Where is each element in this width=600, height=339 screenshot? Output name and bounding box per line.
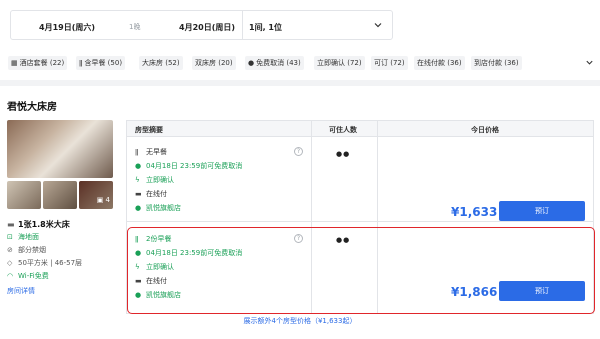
room-photo-thumb[interactable] xyxy=(7,181,41,209)
rooms-guests-select[interactable]: 1间, 1位 xyxy=(249,22,282,33)
room-photo-main[interactable] xyxy=(7,120,113,178)
filter-chip-pay-online[interactable]: 在线付款 (36) xyxy=(414,56,465,70)
wifi-icon: ◠ xyxy=(7,272,14,280)
room-feature: ⊘ 部分禁烟 xyxy=(7,246,46,254)
breakfast-info: ǁ 无早餐 xyxy=(135,148,167,156)
area-icon: ◇ xyxy=(7,259,13,267)
checkout-date[interactable]: 4月20日(周日) xyxy=(179,22,235,33)
no-smoking-icon: ⊘ xyxy=(7,246,13,254)
room-feature: ◠ Wi-Fi免费 xyxy=(7,272,49,280)
book-button[interactable]: 预订 xyxy=(499,201,585,221)
card-icon: ▬ xyxy=(135,190,142,198)
package-icon: ▦ xyxy=(11,59,18,67)
divider xyxy=(242,11,243,39)
room-details-link[interactable]: 房间详情 xyxy=(7,286,35,296)
filter-chip-twin-bed[interactable]: 双床房 (20) xyxy=(192,56,236,70)
filter-chip-instant-confirm[interactable]: 立即确认 (72) xyxy=(314,56,365,70)
store-info: ● 凯悦旗舰店 xyxy=(135,204,181,212)
help-icon[interactable]: ? xyxy=(294,147,303,156)
utensils-icon: ǁ xyxy=(79,59,83,67)
header-guests: 可住人数 xyxy=(329,126,357,134)
bed-icon: ▬ xyxy=(7,220,15,229)
guest-icons: ●● xyxy=(336,150,350,158)
check-circle-icon: ● xyxy=(248,59,255,67)
image-icon: ▣ xyxy=(96,196,106,204)
chevron-down-icon[interactable] xyxy=(373,20,383,30)
room-title: 君悦大床房 xyxy=(7,102,57,113)
checkin-date[interactable]: 4月19日(周六) xyxy=(39,22,95,33)
filter-chip-available[interactable]: 可订 (72) xyxy=(371,56,408,70)
chevron-down-icon[interactable] xyxy=(585,58,594,67)
cancel-policy[interactable]: ● 04月18日 23:59前可免费取消 xyxy=(135,161,242,171)
payment-type: ▬ 在线付 xyxy=(135,190,167,198)
window-icon: ⊡ xyxy=(7,233,13,241)
filter-chip-king-bed[interactable]: 大床房 (52) xyxy=(139,56,183,70)
check-circle-icon: ● xyxy=(135,162,142,170)
bed-type: ▬ 1张1.8米大床 xyxy=(7,220,70,229)
filter-chip-breakfast[interactable]: ǁ 含早餐 (50) xyxy=(76,56,126,70)
photo-count[interactable]: ▣ 4 xyxy=(79,181,113,209)
show-more-link[interactable]: 展示额外4个房型价格（¥1,633起） xyxy=(0,316,600,326)
utensils-icon: ǁ xyxy=(135,148,139,156)
room-feature: ⊡ 海地面 xyxy=(7,233,39,241)
highlight-box xyxy=(127,227,595,314)
shield-icon: ● xyxy=(135,204,142,212)
instant-confirm: ϟ 立即确认 xyxy=(135,176,174,184)
filter-chip-pay-at-hotel[interactable]: 到店付款 (36) xyxy=(471,56,522,70)
price: ¥1,633 xyxy=(451,205,498,219)
person-icon: ●● xyxy=(336,150,351,158)
header-plan: 房型摘要 xyxy=(135,126,163,134)
room-photo-thumb[interactable] xyxy=(43,181,77,209)
search-panel: 4月19日(周六) 1晚 4月20日(周日) 1间, 1位 ▦ 酒店套餐 (22)… xyxy=(0,0,600,80)
date-search-bar[interactable]: 4月19日(周六) 1晚 4月20日(周日) 1间, 1位 xyxy=(10,10,393,40)
room-card: 君悦大床房 ▣ 4 ▬ 1张1.8米大床 ⊡ 海地面 ⊘ 部分禁烟 ◇ 50平方米 | … xyxy=(0,86,600,339)
room-feature: ◇ 50平方米 | 46-57层 xyxy=(7,259,83,267)
nights-count: 1晚 xyxy=(129,23,141,31)
header-price: 今日价格 xyxy=(471,126,499,134)
lightning-icon: ϟ xyxy=(135,176,140,184)
filter-chip-free-cancel[interactable]: ● 免费取消 (43) xyxy=(245,56,304,70)
table-header: 房型摘要 可住人数 今日价格 xyxy=(127,121,593,137)
filter-chip-package[interactable]: ▦ 酒店套餐 (22) xyxy=(8,56,68,70)
table-row: ǁ 无早餐 ? ● 04月18日 23:59前可免费取消 ϟ 立即确认 ▬ 在线付 ● 凯… xyxy=(127,137,593,221)
